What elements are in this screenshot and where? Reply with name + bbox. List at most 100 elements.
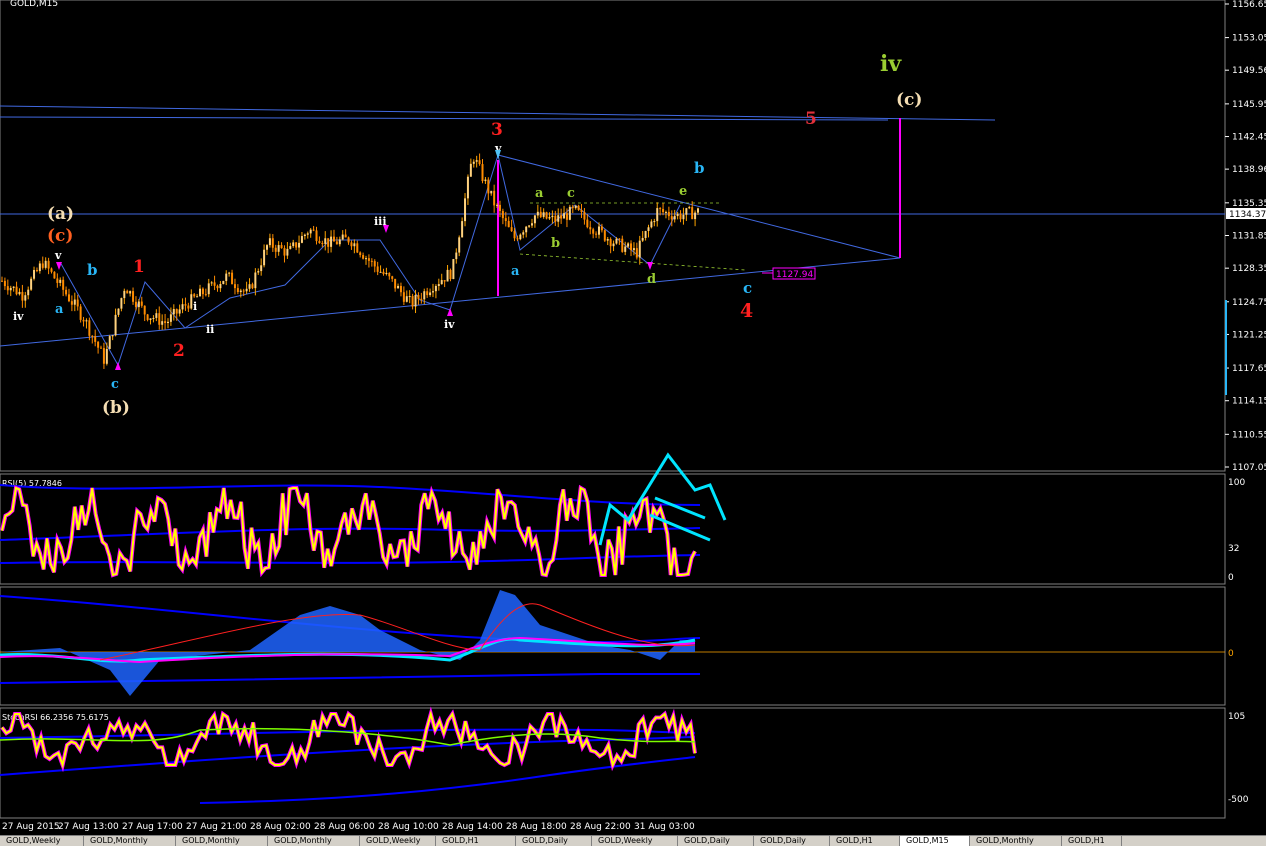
candle-body xyxy=(397,285,400,289)
wave-label-a-left: a xyxy=(55,302,64,317)
candle-body xyxy=(469,163,472,177)
candle-body xyxy=(597,226,600,235)
time-tick-label: 27 Aug 21:00 xyxy=(186,822,247,832)
candle-body xyxy=(120,298,123,309)
candle-body xyxy=(391,276,394,279)
candle-body xyxy=(551,215,554,218)
time-axis[interactable]: 27 Aug 201527 Aug 13:00 27 Aug 17:00 27 Au… xyxy=(2,822,695,832)
wave-label-b-paren: (b) xyxy=(102,398,130,418)
candle-body xyxy=(344,234,347,238)
candle-body xyxy=(664,211,667,213)
wave-label-iv-major: iv xyxy=(880,51,902,77)
candle-body xyxy=(362,255,365,259)
candle-body xyxy=(353,243,356,247)
candle-body xyxy=(571,206,574,209)
wave-label-a-paren: (a) xyxy=(47,204,74,224)
candle-body xyxy=(216,285,219,289)
candle-body xyxy=(676,213,679,217)
candle-body xyxy=(114,314,117,336)
wave-label-c-green: c xyxy=(567,186,575,201)
candle-body xyxy=(630,243,633,251)
candle-body xyxy=(231,272,234,285)
candle-body xyxy=(434,285,437,292)
candle-body xyxy=(82,319,85,322)
candle-body xyxy=(542,212,545,217)
price-tick-label: 1110.55 xyxy=(1232,430,1266,440)
candle-body xyxy=(268,238,271,246)
candle-body xyxy=(280,245,283,249)
stochrsi-level-500: -500 xyxy=(1228,795,1249,805)
candle-body xyxy=(85,320,88,322)
wave-label-d-green: d xyxy=(647,272,656,287)
candle-body xyxy=(431,291,434,293)
candle-body xyxy=(257,271,260,273)
candle-body xyxy=(295,242,298,248)
candle-body xyxy=(446,269,449,282)
wave-label-b-blue: b xyxy=(694,159,705,177)
candle-body xyxy=(187,305,190,309)
price-tick-label: 1149.56 xyxy=(1232,66,1266,76)
candle-body xyxy=(635,248,638,258)
candle-body xyxy=(56,278,59,283)
candle-body xyxy=(379,271,382,273)
candle-body xyxy=(644,230,647,238)
price-tick-label: 1121.25 xyxy=(1232,330,1266,340)
candle-body xyxy=(193,294,196,297)
candle-body xyxy=(335,241,338,245)
wave-label-c-left: c xyxy=(111,377,119,392)
candle-body xyxy=(461,221,464,238)
candle-body xyxy=(155,313,158,318)
candle-body xyxy=(222,280,225,284)
candle-body xyxy=(53,271,56,279)
price-axis[interactable]: 1156.65 1153.05 1149.56 1145.95 1142.45 1138.… xyxy=(1225,0,1266,473)
wave-label-a-green: a xyxy=(535,186,544,201)
candle-body xyxy=(12,286,15,288)
candle-body xyxy=(161,321,164,325)
candle-body xyxy=(298,242,301,248)
wave-label-v-left: v xyxy=(54,249,62,262)
candle-body xyxy=(411,296,414,307)
candle-body xyxy=(9,287,12,291)
candle-body xyxy=(123,290,126,299)
price-tick-label: 1117.65 xyxy=(1232,364,1266,374)
rsi-level-0: 0 xyxy=(1228,573,1234,583)
candle-body xyxy=(24,295,27,301)
candle-body xyxy=(300,236,303,243)
candle-body xyxy=(513,231,516,239)
candle-body xyxy=(6,286,9,291)
candle-body xyxy=(248,284,251,289)
candle-body xyxy=(27,289,30,296)
candle-body xyxy=(472,161,475,164)
candle-body xyxy=(184,304,187,306)
candle-body xyxy=(466,176,469,199)
candle-body xyxy=(682,214,685,220)
candle-body xyxy=(88,320,91,336)
candle-body xyxy=(662,208,665,213)
price-tick-label: 1135.35 xyxy=(1232,199,1266,209)
candle-body xyxy=(152,317,155,319)
candle-body xyxy=(563,213,566,219)
candle-body xyxy=(134,301,137,308)
candle-body xyxy=(315,230,318,242)
price-tick-label: 1145.95 xyxy=(1232,100,1266,110)
candle-body xyxy=(507,220,510,228)
candle-body xyxy=(443,280,446,282)
candle-body xyxy=(609,239,612,247)
wave-label-3: 3 xyxy=(491,120,503,140)
candle-body xyxy=(365,258,368,260)
candle-body xyxy=(1,280,3,282)
time-tick-label: 31 Aug 03:00 xyxy=(634,822,695,832)
candle-body xyxy=(137,301,140,308)
time-tick-label: 28 Aug 14:00 xyxy=(442,822,503,832)
candle-body xyxy=(367,258,370,261)
candle-body xyxy=(178,309,181,314)
candle-body xyxy=(498,204,501,211)
candle-body xyxy=(263,249,266,266)
chart-area[interactable]: GOLD,M15 1127.94 iv (c) 5 3 v b a c e b … xyxy=(0,0,1266,835)
wave-label-a-blue: a xyxy=(511,264,520,279)
candle-body xyxy=(574,205,577,209)
candle-body xyxy=(277,245,280,252)
wave-label-4: 4 xyxy=(740,300,753,322)
candle-body xyxy=(638,240,641,258)
candle-body xyxy=(650,221,653,228)
